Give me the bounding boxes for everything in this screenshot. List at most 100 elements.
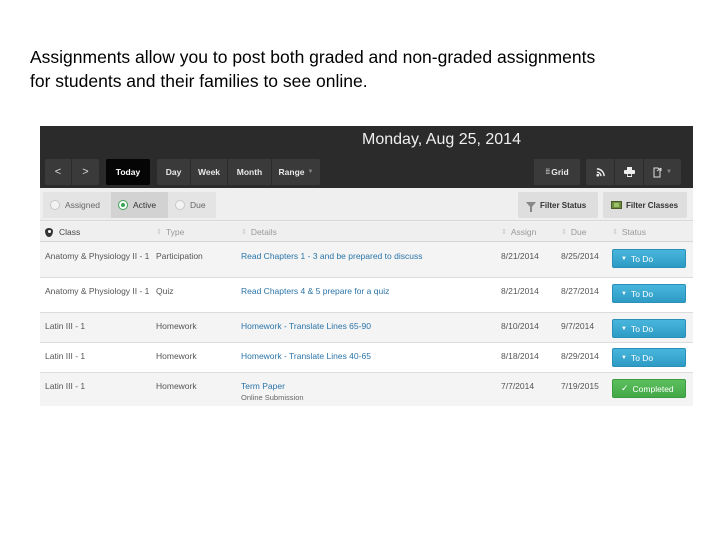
cell-assign-date: 8/21/2014 <box>501 286 539 296</box>
sort-icon: ⇕ <box>156 229 162 236</box>
sort-icon: ⇕ <box>561 229 567 236</box>
cell-assign-date: 8/21/2014 <box>501 251 539 261</box>
view-range-button[interactable]: Range ▼ <box>272 159 320 185</box>
cell-type: Homework <box>156 321 197 331</box>
cell-class: Anatomy & Physiology II - 1 <box>45 286 150 296</box>
filter-status-button[interactable]: Filter Status <box>518 192 598 218</box>
status-segmented-control: Assigned Active Due <box>43 192 216 218</box>
cell-assign-date: 8/18/2014 <box>501 351 539 361</box>
tools-group: ▼ <box>586 159 681 185</box>
filter-classes-label: Filter Classes <box>626 200 679 210</box>
table-row: Latin III - 1 Homework Homework - Transl… <box>40 313 693 343</box>
cell-class: Latin III - 1 <box>45 321 86 331</box>
view-week-button[interactable]: Week <box>191 159 228 185</box>
cell-type: Quiz <box>156 286 174 296</box>
cell-assign-date: 8/10/2014 <box>501 321 539 331</box>
shield-icon <box>45 227 53 237</box>
view-group: Day Week Month Range ▼ <box>157 159 320 185</box>
column-label: Type <box>165 227 185 237</box>
column-assign[interactable]: ⇕ Assign <box>501 227 536 237</box>
assignment-link[interactable]: Homework - Translate Lines 40-65 <box>241 351 371 362</box>
view-month-button[interactable]: Month <box>228 159 272 185</box>
assignment-link[interactable]: Term Paper <box>241 381 285 391</box>
chevron-down-icon: ▼ <box>307 169 314 175</box>
grid-icon: ⁞⁞⁞ <box>545 168 550 176</box>
table-row: Anatomy & Physiology II - 1 Participatio… <box>40 243 693 278</box>
segment-label: Active <box>133 200 157 210</box>
cell-due-date: 8/27/2014 <box>561 286 599 296</box>
chevron-down-icon: ▼ <box>666 169 672 175</box>
status-todo-button[interactable]: ▼ To Do <box>612 348 686 367</box>
column-status[interactable]: ⇕ Status <box>612 227 646 237</box>
submission-type: Online Submission <box>241 393 304 402</box>
status-label: To Do <box>630 352 654 363</box>
assignment-link[interactable]: Homework - Translate Lines 65-90 <box>241 321 371 332</box>
table-header: Class ⇕ Type ⇕ Details ⇕ Assign ⇕ Due ⇕ Statu… <box>40 222 693 242</box>
segment-assigned[interactable]: Assigned <box>43 192 111 218</box>
classes-icon <box>611 201 622 209</box>
column-label: Due <box>570 227 587 237</box>
caret-down-icon: ▼ <box>621 290 627 297</box>
sort-icon: ⇕ <box>501 229 507 236</box>
export-icon <box>653 167 662 177</box>
rss-button[interactable] <box>586 159 615 185</box>
cell-assign-date: 7/7/2014 <box>501 381 535 391</box>
rss-icon <box>595 167 605 177</box>
today-button[interactable]: Today <box>106 159 150 185</box>
cell-due-date: 7/19/2015 <box>561 381 599 391</box>
calendar-header: Monday, Aug 25, 2014 < > Today Day Week … <box>40 126 693 188</box>
cell-type: Homework <box>156 381 197 391</box>
column-due[interactable]: ⇕ Due <box>561 227 586 237</box>
sort-icon: ⇕ <box>241 229 247 236</box>
column-details[interactable]: ⇕ Details <box>241 227 277 237</box>
radio-checked-icon <box>118 200 128 210</box>
radio-icon <box>50 200 60 210</box>
cell-type: Participation <box>156 251 203 261</box>
caret-down-icon: ▼ <box>621 255 627 262</box>
radio-icon <box>175 200 185 210</box>
table-row: Latin III - 1 Homework Homework - Transl… <box>40 343 693 373</box>
prev-button[interactable]: < <box>45 159 72 185</box>
status-label: To Do <box>630 253 654 264</box>
table-row: Latin III - 1 Homework Term Paper Online… <box>40 373 693 406</box>
column-class[interactable]: Class <box>45 227 80 237</box>
status-todo-button[interactable]: ▼ To Do <box>612 249 686 268</box>
assignment-link[interactable]: Read Chapters 1 - 3 and be prepared to d… <box>241 251 422 262</box>
segment-due[interactable]: Due <box>168 192 216 218</box>
column-label: Class <box>59 227 81 237</box>
date-title: Monday, Aug 25, 2014 <box>362 131 521 148</box>
nav-group: < > <box>45 159 99 185</box>
cell-class: Latin III - 1 <box>45 381 86 391</box>
status-todo-button[interactable]: ▼ To Do <box>612 284 686 303</box>
grid-button[interactable]: ⁞⁞⁞ Grid <box>534 159 580 185</box>
export-button[interactable]: ▼ <box>644 159 681 185</box>
intro-line-2: for students and their families to see o… <box>30 71 368 91</box>
range-label: Range <box>278 167 305 177</box>
status-label: Completed <box>632 383 674 394</box>
status-todo-button[interactable]: ▼ To Do <box>612 319 686 338</box>
intro-text: Assignments allow you to post both grade… <box>30 45 700 93</box>
print-icon <box>623 167 635 177</box>
print-button[interactable] <box>615 159 644 185</box>
column-label: Assign <box>510 227 537 237</box>
filter-bar: Assigned Active Due Filter Status Filter… <box>40 188 693 221</box>
assignment-link[interactable]: Read Chapters 4 & 5 prepare for a quiz <box>241 286 389 297</box>
cell-type: Homework <box>156 351 197 361</box>
filter-classes-button[interactable]: Filter Classes <box>603 192 687 218</box>
cell-class: Latin III - 1 <box>45 351 86 361</box>
status-completed-button[interactable]: ✓ Completed <box>612 379 686 398</box>
view-day-button[interactable]: Day <box>157 159 191 185</box>
caret-down-icon: ▼ <box>621 325 627 332</box>
filter-status-label: Filter Status <box>540 200 587 210</box>
segment-active[interactable]: Active <box>111 192 168 218</box>
column-type[interactable]: ⇕ Type <box>156 227 184 237</box>
column-label: Status <box>621 227 646 237</box>
today-group: Today <box>106 159 150 185</box>
next-button[interactable]: > <box>72 159 99 185</box>
segment-label: Assigned <box>65 200 100 210</box>
assignments-app: Monday, Aug 25, 2014 < > Today Day Week … <box>40 126 693 406</box>
assignment-cell: Term Paper Online Submission <box>241 381 304 403</box>
intro-line-1: Assignments allow you to post both grade… <box>30 47 596 67</box>
cell-due-date: 8/29/2014 <box>561 351 599 361</box>
column-label: Details <box>250 227 277 237</box>
